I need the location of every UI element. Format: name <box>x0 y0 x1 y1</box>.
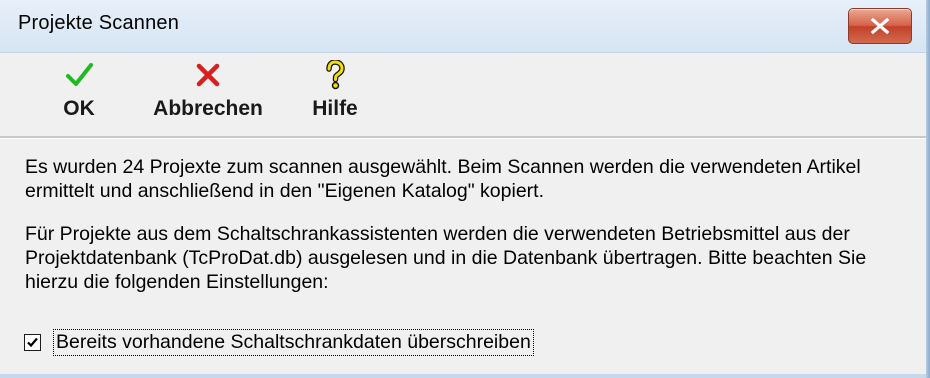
close-button[interactable] <box>848 8 912 44</box>
checkmark-icon <box>62 59 96 91</box>
close-x-icon <box>870 18 890 34</box>
question-mark-icon <box>318 59 352 91</box>
info-text-scan: Es wurden 24 Projexte zum scannen ausgew… <box>25 156 861 202</box>
ok-button-label: OK <box>63 97 95 120</box>
window-title: Projekte Scannen <box>18 12 180 34</box>
title-bar[interactable]: Projekte Scannen <box>0 0 926 53</box>
cancel-button-label: Abbrechen <box>153 97 263 120</box>
dialog-window: Projekte Scannen OK Abbrechen Hilfe Es w… <box>0 0 930 378</box>
toolbar: OK Abbrechen Hilfe <box>0 53 926 136</box>
overwrite-option[interactable]: Bereits vorhandene Schaltschrankdaten üb… <box>24 328 534 356</box>
overwrite-checkbox[interactable] <box>24 333 41 351</box>
help-button-label: Hilfe <box>312 97 358 120</box>
dialog-content: Es wurden 24 Projexte zum scannen ausgew… <box>0 139 926 374</box>
window-bottom-border <box>0 374 926 378</box>
info-text-database: Für Projekte aus dem Schaltschrankassist… <box>25 223 867 293</box>
overwrite-checkbox-label[interactable]: Bereits vorhandene Schaltschrankdaten üb… <box>53 328 534 356</box>
ok-button[interactable]: OK <box>54 53 104 136</box>
cancel-button[interactable]: Abbrechen <box>146 53 270 136</box>
cross-icon <box>191 59 225 91</box>
checkmark-small-icon <box>27 337 38 347</box>
help-button[interactable]: Hilfe <box>300 53 370 136</box>
